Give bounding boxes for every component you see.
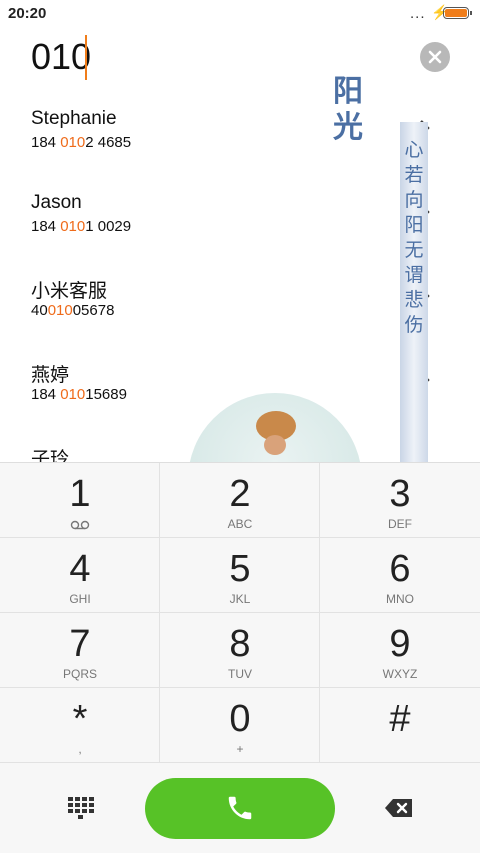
key-5[interactable]: 5 JKL: [160, 538, 320, 613]
key-digit: 7: [69, 623, 91, 665]
contact-name: 燕婷: [31, 365, 70, 386]
key-8[interactable]: 8 TUV: [160, 613, 320, 688]
key-0[interactable]: 0 +: [160, 688, 320, 763]
key-letters: MNO: [386, 592, 414, 606]
text-caret: [85, 35, 87, 80]
key-6[interactable]: 6 MNO: [320, 538, 480, 613]
key-digit: 5: [229, 548, 251, 590]
dialer-action-bar: [0, 764, 480, 853]
key-digit: 1: [69, 473, 91, 515]
key-digit: 8: [229, 623, 251, 665]
contact-phone: 184 0101 0029: [31, 218, 132, 235]
contact-name: 小米客服: [31, 281, 108, 302]
keypad-grid-icon[interactable]: [64, 794, 96, 820]
wallpaper-title-text: 阳光: [333, 74, 363, 145]
phone-icon: [228, 796, 252, 820]
backspace-icon[interactable]: [384, 797, 414, 819]
key-hash[interactable]: #: [320, 688, 480, 763]
wallpaper-verse-text: 心若向阳无谓悲伤: [404, 139, 424, 336]
dial-keypad: 1 2 ABC 3 DEF 4 GHI 5 JKL 6 MNO 7 PQRS 8…: [0, 462, 480, 765]
status-time: 20:20: [8, 5, 47, 22]
key-digit: *: [72, 698, 88, 740]
wallpaper-scroll-banner: 心若向阳无谓悲伤: [400, 122, 428, 462]
key-2[interactable]: 2 ABC: [160, 463, 320, 538]
contact-phone: 4001005678: [31, 302, 115, 319]
key-digit: 2: [229, 473, 251, 515]
key-letters: ,: [78, 742, 82, 756]
clear-number-button[interactable]: [420, 42, 450, 72]
voicemail-icon: [70, 520, 90, 530]
key-letters: PQRS: [62, 667, 97, 681]
key-letters: WXYZ: [382, 667, 418, 681]
key-9[interactable]: 9 WXYZ: [320, 613, 480, 688]
contact-name: Jason: [31, 192, 82, 213]
key-1[interactable]: 1: [0, 463, 160, 538]
key-digit: #: [389, 698, 411, 740]
clear-icon: [428, 50, 442, 64]
key-letters: GHI: [69, 592, 91, 606]
dial-input-row: 010: [0, 30, 480, 90]
key-digit: 4: [69, 548, 91, 590]
key-letters: TUV: [228, 667, 252, 681]
key-digit: 6: [389, 548, 411, 590]
contact-name: Stephanie: [31, 108, 117, 129]
key-digit: 9: [389, 623, 411, 665]
key-digit: 3: [389, 473, 411, 515]
figure-image: [264, 435, 286, 455]
key-letters: ABC: [227, 517, 253, 531]
key-7[interactable]: 7 PQRS: [0, 613, 160, 688]
key-letters: JKL: [229, 592, 251, 606]
signal-dots-icon: ...: [410, 5, 426, 22]
contact-phone: 184 0102 4685: [31, 134, 132, 151]
key-letters: +: [236, 742, 244, 756]
status-bar: 20:20 ... ⚡: [0, 0, 480, 28]
key-letters: DEF: [388, 517, 412, 531]
battery-icon: [443, 7, 472, 19]
contact-name: 子玲: [31, 449, 70, 462]
dialed-number[interactable]: 010: [31, 36, 91, 78]
key-3[interactable]: 3 DEF: [320, 463, 480, 538]
call-button[interactable]: [145, 778, 335, 839]
key-star[interactable]: * ,: [0, 688, 160, 763]
key-4[interactable]: 4 GHI: [0, 538, 160, 613]
contact-phone: 184 01015689: [31, 386, 127, 403]
key-digit: 0: [229, 698, 251, 740]
